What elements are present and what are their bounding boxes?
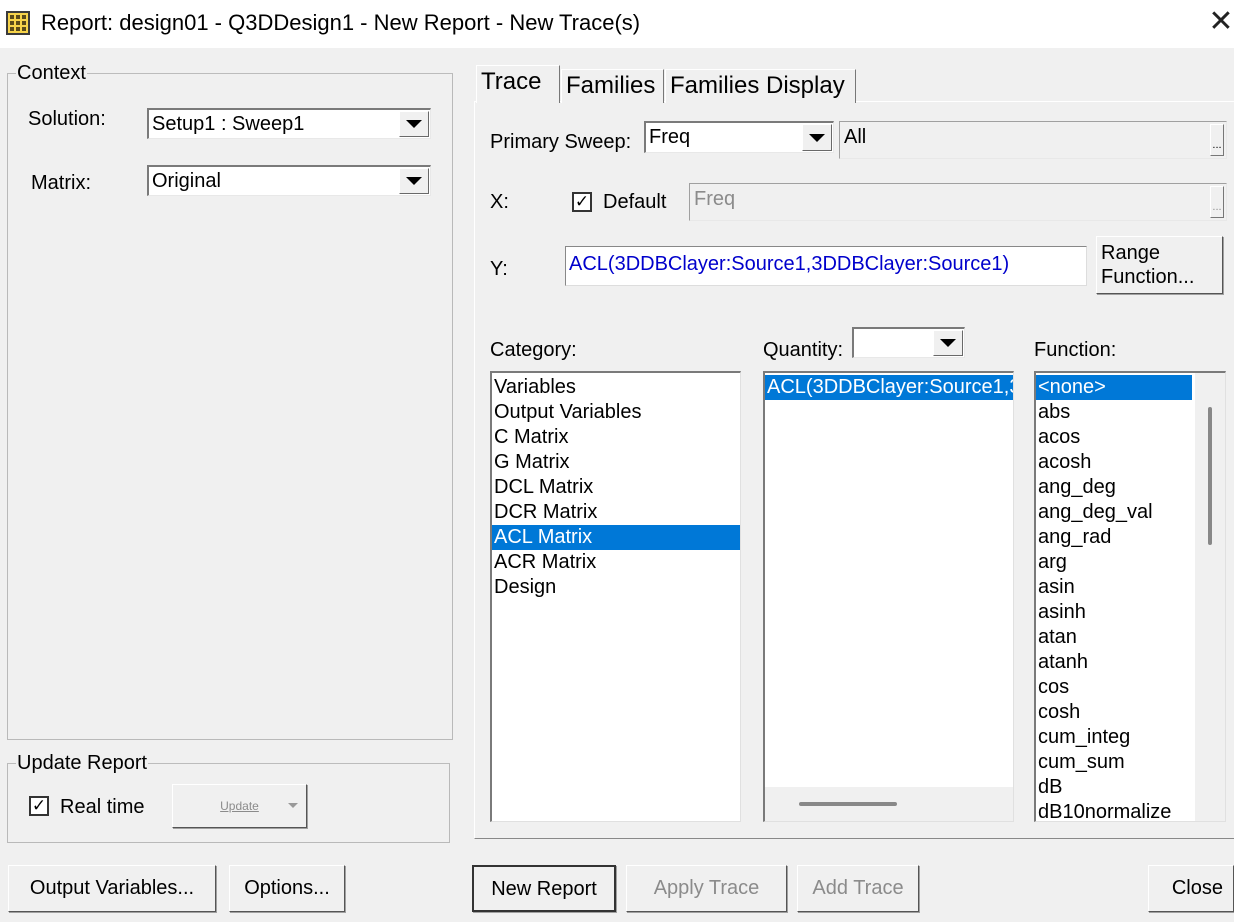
function-list[interactable]: <none> abs acos acosh ang_deg ang_deg_val ang_…: [1034, 371, 1226, 822]
quantity-label: Quantity:: [763, 339, 844, 361]
update-button: Update: [172, 784, 307, 828]
tab-trace[interactable]: Trace: [476, 65, 560, 103]
list-item[interactable]: cosh: [1036, 700, 1192, 725]
function-label: Function:: [1034, 339, 1117, 361]
list-item[interactable]: DCR Matrix: [492, 500, 740, 525]
x-label: X:: [490, 191, 509, 213]
primary-sweep-range: All: [844, 126, 867, 148]
range-function-line2: Function...: [1101, 266, 1195, 288]
list-item[interactable]: ACR Matrix: [492, 550, 740, 575]
list-item[interactable]: Design: [492, 575, 740, 600]
list-item[interactable]: ang_deg: [1036, 475, 1192, 500]
list-item[interactable]: asinh: [1036, 600, 1192, 625]
list-item[interactable]: C Matrix: [492, 425, 740, 450]
list-item[interactable]: DCL Matrix: [492, 475, 740, 500]
window-title: Report: design01 - Q3DDesign1 - New Repo…: [41, 10, 641, 35]
y-expression-value: ACL(3DDBClayer:Source1,3DDBClayer:Source…: [569, 253, 1010, 275]
update-button-label: Update: [220, 799, 259, 813]
list-item[interactable]: dB10normalize: [1036, 800, 1192, 821]
list-item[interactable]: G Matrix: [492, 450, 740, 475]
add-trace-button: Add Trace: [797, 865, 919, 912]
x-value: Freq: [694, 188, 736, 210]
realtime-checkbox[interactable]: ✓: [29, 796, 49, 816]
chevron-down-icon[interactable]: [802, 124, 832, 151]
list-item[interactable]: Output Variables: [492, 400, 740, 425]
list-item[interactable]: Variables: [492, 375, 740, 400]
scrollbar-thumb[interactable]: [799, 802, 897, 806]
category-list[interactable]: Variables Output Variables C Matrix G Matri…: [490, 371, 741, 822]
vertical-scrollbar[interactable]: [1195, 373, 1225, 821]
chevron-down-icon[interactable]: [399, 111, 429, 137]
new-report-button[interactable]: New Report: [472, 865, 616, 912]
list-item[interactable]: acosh: [1036, 450, 1192, 475]
context-group: Context: [7, 62, 453, 740]
list-item[interactable]: abs: [1036, 400, 1192, 425]
list-item[interactable]: asin: [1036, 575, 1192, 600]
report-grid-icon: [6, 11, 30, 35]
context-legend: Context: [17, 62, 86, 84]
horizontal-scrollbar[interactable]: [765, 787, 1013, 821]
scrollbar-thumb[interactable]: [1208, 407, 1212, 545]
tab-families[interactable]: Families: [561, 69, 664, 103]
range-function-line1: Range: [1101, 242, 1160, 264]
y-label: Y:: [490, 258, 508, 280]
function-items: <none> abs acos acosh ang_deg ang_deg_val ang_…: [1036, 375, 1192, 821]
default-checkbox[interactable]: ✓: [572, 192, 592, 212]
close-button[interactable]: Close: [1148, 865, 1234, 912]
list-item[interactable]: atan: [1036, 625, 1192, 650]
y-expression-input[interactable]: ACL(3DDBClayer:Source1,3DDBClayer:Source…: [565, 246, 1087, 286]
solution-value: Setup1 : Sweep1: [152, 113, 305, 135]
chevron-down-icon: [288, 803, 298, 808]
category-label: Category:: [490, 339, 577, 361]
list-item[interactable]: arg: [1036, 550, 1192, 575]
realtime-label: Real time: [60, 796, 145, 818]
list-item[interactable]: ACL(3DDBClayer:Source1,3DDBClayer:Source…: [765, 375, 1013, 400]
chevron-down-icon[interactable]: [933, 330, 963, 356]
ellipsis-button[interactable]: ...: [1210, 124, 1224, 156]
ellipsis-button: ...: [1210, 186, 1224, 218]
primary-sweep-value: Freq: [649, 126, 691, 148]
list-item[interactable]: cum_sum: [1036, 750, 1192, 775]
close-icon[interactable]: ✕: [1208, 4, 1234, 40]
solution-label: Solution:: [28, 108, 106, 130]
list-item[interactable]: acos: [1036, 425, 1192, 450]
primary-sweep-label: Primary Sweep:: [490, 131, 632, 153]
list-item[interactable]: cos: [1036, 675, 1192, 700]
range-function-button[interactable]: Range Function...: [1096, 236, 1223, 294]
output-variables-button[interactable]: Output Variables...: [8, 865, 216, 912]
chevron-down-icon[interactable]: [399, 168, 429, 194]
quantity-list[interactable]: ACL(3DDBClayer:Source1,3DDBClayer:Source…: [763, 371, 1014, 822]
list-item[interactable]: cum_integ: [1036, 725, 1192, 750]
list-item[interactable]: dB: [1036, 775, 1192, 800]
apply-trace-button: Apply Trace: [626, 865, 787, 912]
list-item[interactable]: <none>: [1036, 375, 1192, 400]
list-item[interactable]: ang_rad: [1036, 525, 1192, 550]
matrix-value: Original: [152, 170, 221, 192]
default-label: Default: [603, 191, 667, 213]
matrix-dropdown[interactable]: Original: [147, 165, 431, 196]
update-report-legend: Update Report: [17, 752, 148, 774]
primary-sweep-dropdown[interactable]: Freq: [644, 121, 834, 153]
category-items: Variables Output Variables C Matrix G Matri…: [492, 375, 740, 600]
list-item[interactable]: atanh: [1036, 650, 1192, 675]
primary-sweep-range-field: All ...: [839, 121, 1227, 159]
tab-families-display[interactable]: Families Display: [665, 69, 856, 103]
quantity-filter-dropdown[interactable]: [852, 327, 965, 358]
list-item[interactable]: ACL Matrix: [492, 525, 740, 550]
solution-dropdown[interactable]: Setup1 : Sweep1: [147, 108, 431, 139]
list-item[interactable]: ang_deg_val: [1036, 500, 1192, 525]
matrix-label: Matrix:: [31, 172, 91, 194]
quantity-items: ACL(3DDBClayer:Source1,3DDBClayer:Source…: [765, 375, 1013, 400]
options-button[interactable]: Options...: [229, 865, 345, 912]
x-field: Freq ...: [689, 183, 1227, 221]
